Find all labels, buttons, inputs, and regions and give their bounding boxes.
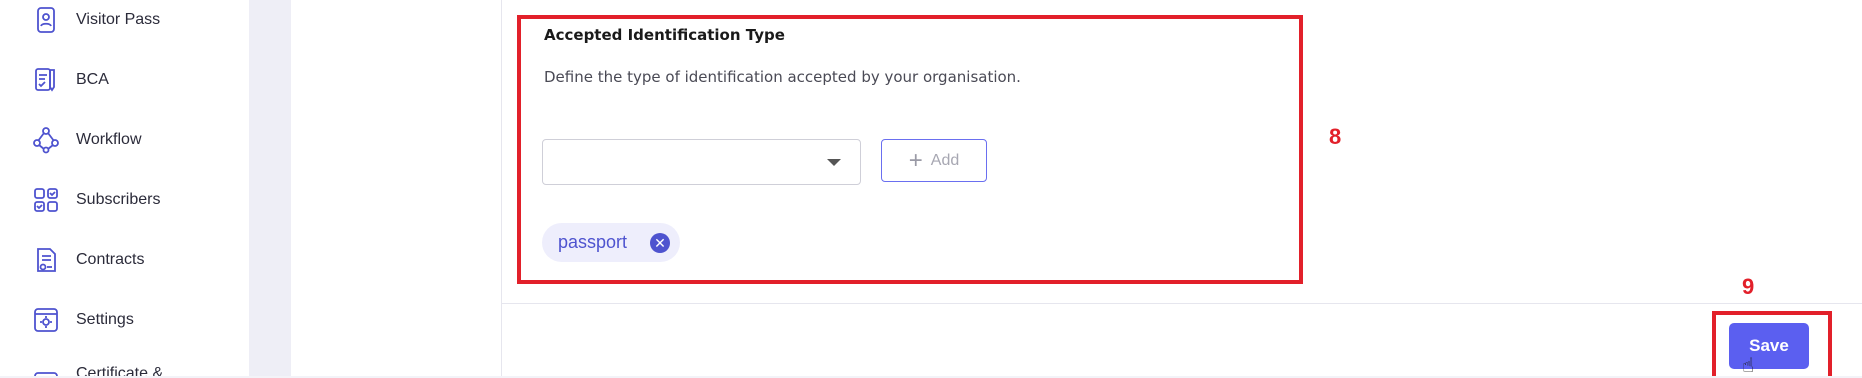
- sidebar-item-certificate[interactable]: Certificate &: [28, 354, 163, 376]
- save-button[interactable]: Save: [1729, 323, 1809, 369]
- main-content: Accepted Identification Type Define the …: [291, 0, 1862, 377]
- subscribers-icon: [28, 182, 64, 218]
- sidebar-item-label: Workflow: [76, 131, 142, 148]
- sidebar-item-subscribers[interactable]: Subscribers: [28, 180, 160, 220]
- sidebar-item-label: Contracts: [76, 251, 145, 268]
- footer-divider: [502, 303, 1862, 304]
- annotation-label: 8: [1329, 124, 1342, 149]
- pointer-cursor-icon: ☝: [1742, 355, 1755, 377]
- workflow-icon: [28, 122, 64, 158]
- chip-label: passport: [558, 232, 628, 252]
- remove-chip-icon[interactable]: ✕: [650, 233, 670, 253]
- sidebar-item-label: BCA: [76, 71, 109, 88]
- settings-icon: [28, 302, 64, 338]
- plus-icon: +: [908, 146, 923, 174]
- content-gutter: [249, 0, 291, 376]
- sidebar-item-contracts[interactable]: Contracts: [28, 240, 144, 280]
- chevron-down-icon: [827, 159, 841, 166]
- annotation-label: 9: [1742, 274, 1755, 299]
- sidebar-item-label: Settings: [76, 311, 134, 328]
- sidebar: Visitor Pass BCA Workflow Subscribers Co…: [0, 0, 249, 376]
- identification-type-select[interactable]: [542, 139, 861, 185]
- sidebar-item-label: Certificate &: [76, 365, 164, 376]
- bca-icon: [28, 62, 64, 98]
- visitor-pass-icon: [28, 2, 64, 38]
- section-title: Accepted Identification Type: [544, 26, 785, 44]
- add-button[interactable]: + Add: [881, 139, 987, 182]
- sidebar-item-visitor-pass[interactable]: Visitor Pass: [28, 0, 160, 40]
- sidebar-item-bca[interactable]: BCA: [28, 60, 109, 100]
- id-type-chip: passport ✕: [542, 223, 680, 262]
- add-button-label: Add: [930, 151, 960, 169]
- sidebar-item-settings[interactable]: Settings: [28, 300, 134, 340]
- section-description: Define the type of identification accept…: [544, 68, 1021, 86]
- sidebar-item-label: Visitor Pass: [76, 11, 161, 28]
- contracts-icon: [28, 242, 64, 278]
- divider: [501, 0, 502, 376]
- sidebar-item-label: Subscribers: [76, 191, 161, 208]
- sidebar-item-workflow[interactable]: Workflow: [28, 120, 142, 160]
- certificate-icon: [28, 356, 64, 376]
